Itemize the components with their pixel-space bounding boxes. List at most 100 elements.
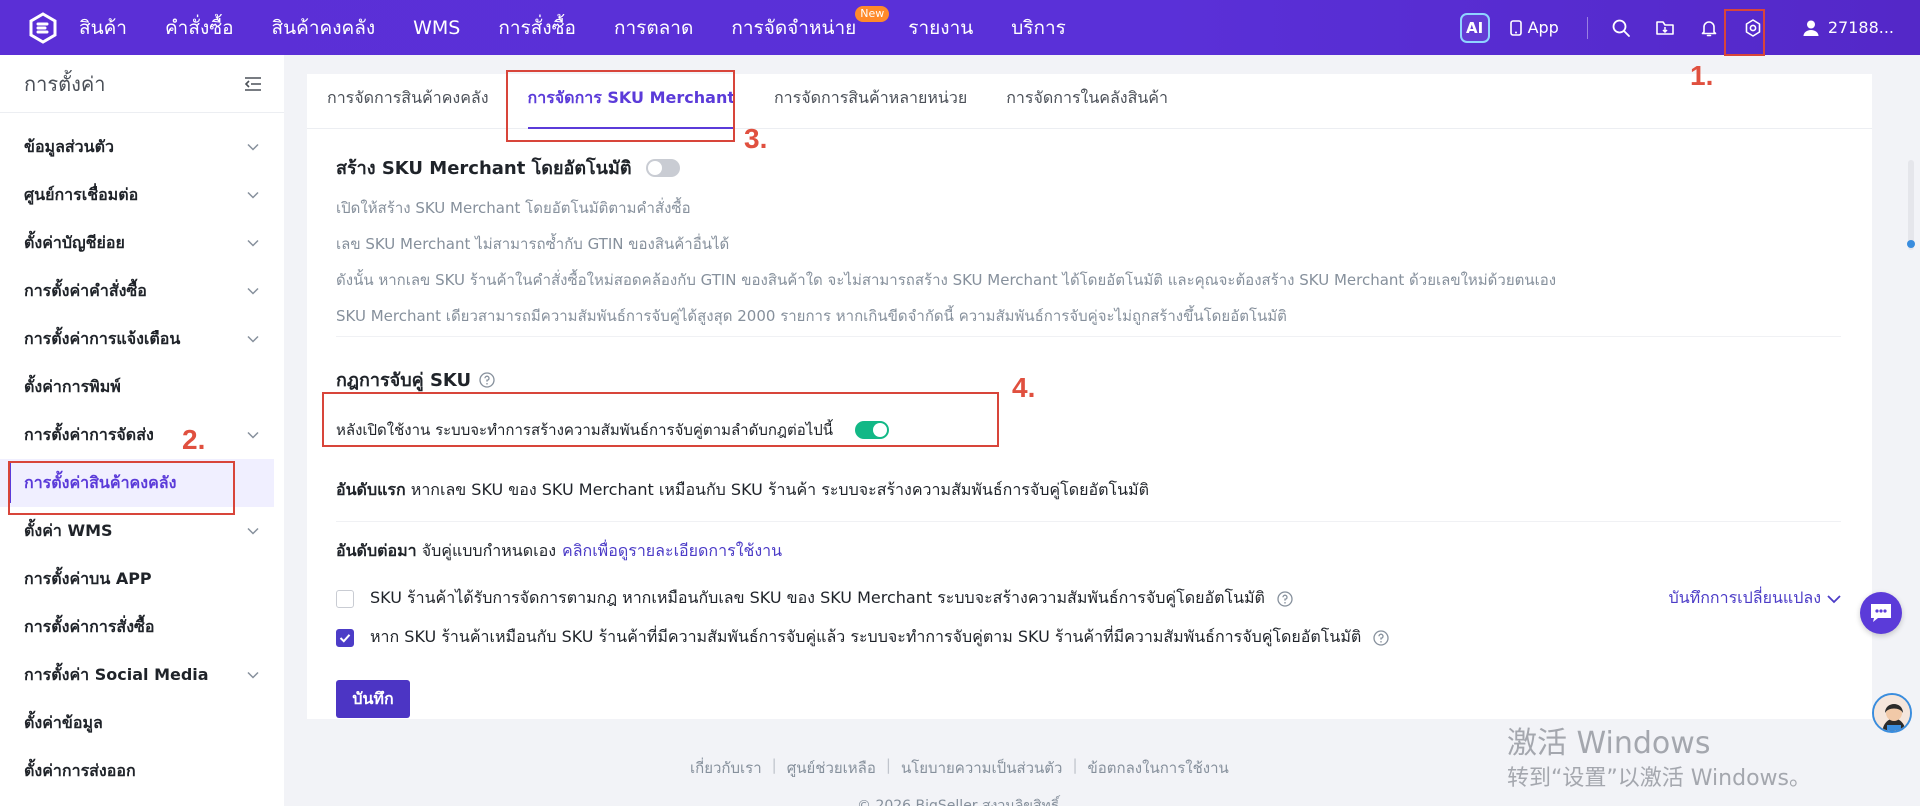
checkmark-icon	[339, 633, 351, 643]
annotation-box-settings	[1724, 9, 1765, 56]
nav-item-distribution[interactable]: การจัดจำหน่าย New	[712, 5, 890, 43]
folder-download-button[interactable]	[1654, 17, 1676, 39]
nav-item-services[interactable]: บริการ	[992, 13, 1085, 43]
footer-link-about[interactable]: เกี่ยวกับเรา	[690, 756, 762, 780]
save-button[interactable]: บันทึก	[336, 680, 410, 718]
help-icon[interactable]	[1373, 629, 1389, 646]
bell-icon	[1701, 20, 1717, 36]
sidebar-item-label: การตั้งค่าการแจ้งเตือน	[24, 328, 181, 348]
chevron-down-icon	[247, 671, 259, 679]
page-scrollbar[interactable]	[1908, 160, 1914, 250]
chat-support-button[interactable]	[1860, 592, 1902, 634]
sidebar-item-personal-info[interactable]: ข้อมูลส่วนตัว	[0, 123, 284, 171]
nav-item-orders[interactable]: คำสั่งซื้อ	[146, 13, 253, 43]
user-icon	[1803, 20, 1819, 36]
footer-link-terms[interactable]: ข้อตกลงในการใช้งาน	[1088, 756, 1229, 780]
sidebar-item-shipping-settings[interactable]: การตั้งค่าการจัดส่ง	[0, 411, 284, 459]
match-option-2-checkbox[interactable]	[336, 628, 354, 647]
windows-activation-watermark: 激活 Windows	[1507, 726, 1711, 761]
sidebar-item-label: ตั้งค่าบัญชีย่อย	[24, 232, 125, 252]
sidebar-item-label: ศูนย์การเชื่อมต่อ	[24, 184, 139, 204]
sidebar-item-label: การตั้งค่าการจัดส่ง	[24, 424, 154, 444]
collapse-sidebar-icon[interactable]	[244, 76, 262, 92]
notifications-button[interactable]	[1698, 17, 1720, 39]
footer-link-help-center[interactable]: ศูนย์ช่วยเหลือ	[787, 756, 876, 780]
footer-divider: |	[771, 756, 777, 774]
sidebar-title: การตั้งค่า	[24, 71, 106, 96]
ai-assistant-button[interactable]: AI	[1459, 12, 1490, 43]
nav-item-products[interactable]: สินค้า	[79, 13, 146, 43]
help-icon[interactable]	[1277, 590, 1293, 607]
sidebar-item-label: ตั้งค่าการพิมพ์	[24, 376, 121, 396]
nav-item-inventory[interactable]: สินค้าคงคลัง	[253, 13, 395, 43]
auto-create-desc-2: เลข SKU Merchant ไม่สามารถซ้ำกับ GTIN ขอ…	[336, 235, 730, 253]
assistant-avatar[interactable]	[1872, 693, 1912, 733]
change-log-link[interactable]: บันทึกการเปลี่ยนแปลง	[1669, 586, 1841, 611]
auto-create-toggle[interactable]	[645, 158, 680, 177]
match-rules-title: กฎการจับคู่ SKU	[336, 370, 472, 391]
sidebar-item-print-settings[interactable]: ตั้งค่าการพิมพ์	[0, 363, 284, 411]
annotation-box-tab	[506, 70, 735, 142]
phone-icon	[1509, 19, 1522, 36]
footer-divider: |	[885, 756, 891, 774]
sidebar-item-export-settings[interactable]: ตั้งค่าการส่งออก	[0, 747, 284, 795]
chevron-down-icon	[247, 527, 259, 535]
match-option-1-row: SKU ร้านค้าได้รับการจัดการตามกฎ หากเหมือ…	[336, 586, 1841, 611]
match-option-2-label: หาก SKU ร้านค้าเหมือนกับ SKU ร้านค้าที่ม…	[370, 627, 1362, 646]
first-priority-rule: อันดับแรก หากเลข SKU ของ SKU Merchant เห…	[336, 478, 1841, 522]
auto-create-desc-3: ดังนั้น หากเลข SKU ร้านค้าในคำสั่งซื้อให…	[336, 271, 1557, 289]
sidebar-header: การตั้งค่า	[0, 55, 284, 113]
tab-inventory-management[interactable]: การจัดการสินค้าคงคลัง	[327, 86, 489, 128]
sidebar-item-label: การตั้งค่าบน APP	[24, 568, 152, 588]
sidebar-item-purchase-settings[interactable]: การตั้งค่าการสั่งซื้อ	[0, 603, 284, 651]
bigseller-logo-icon[interactable]	[27, 11, 59, 44]
nav-item-reports[interactable]: รายงาน	[889, 13, 992, 43]
match-option-1-checkbox[interactable]	[336, 589, 354, 608]
search-button[interactable]	[1610, 17, 1632, 39]
sidebar-item-label: การตั้งค่า Social Media	[24, 664, 209, 684]
annotation-number-2: 2.	[182, 424, 206, 455]
nav-item-purchasing[interactable]: การสั่งซื้อ	[479, 13, 595, 43]
sidebar-item-order-settings[interactable]: การตั้งค่าคำสั่งซื้อ	[0, 267, 284, 315]
sidebar-item-notification-settings[interactable]: การตั้งค่าการแจ้งเตือน	[0, 315, 284, 363]
nav-item-wms[interactable]: WMS	[394, 17, 479, 39]
sidebar-item-social-media-settings[interactable]: การตั้งค่า Social Media	[0, 651, 284, 699]
usage-details-link[interactable]: คลิกเพื่อดูรายละเอียดการใช้งาน	[562, 541, 782, 560]
settings-sidebar: การตั้งค่า ข้อมูลส่วนตัวศูนย์การเชื่อมต่…	[0, 55, 284, 806]
tab-multi-unit-management[interactable]: การจัดการสินค้าหลายหน่วย	[774, 86, 967, 128]
match-option-2-row: หาก SKU ร้านค้าเหมือนกับ SKU ร้านค้าที่ม…	[336, 625, 1841, 650]
help-icon[interactable]	[479, 371, 495, 388]
sidebar-item-sub-accounts[interactable]: ตั้งค่าบัญชีย่อย	[0, 219, 284, 267]
windows-activation-watermark-sub: 转到“设置”以激活 Windows。	[1507, 766, 1811, 791]
footer-link-privacy[interactable]: นโยบายความเป็นส่วนตัว	[901, 756, 1063, 780]
sidebar-item-label: ตั้งค่าข้อมูล	[24, 712, 103, 732]
footer-divider: |	[1072, 756, 1078, 774]
tab-warehouse-management[interactable]: การจัดการในคลังสินค้า	[1006, 86, 1168, 128]
auto-create-section: สร้าง SKU Merchant โดยอัตโนมัติ เปิดให้ส…	[336, 129, 1841, 337]
sidebar-item-label: ตั้งค่าการส่งออก	[24, 760, 136, 780]
sidebar-item-label: การตั้งค่าคำสั่งซื้อ	[24, 280, 147, 300]
sidebar-menu: ข้อมูลส่วนตัวศูนย์การเชื่อมต่อตั้งค่าบัญ…	[0, 113, 284, 795]
nav-item-marketing[interactable]: การตลาด	[595, 13, 712, 43]
auto-create-desc-4: SKU Merchant เดียวสามารถมีความสัมพันธ์กา…	[336, 307, 1287, 325]
match-rules-title-row: กฎการจับคู่ SKU	[336, 365, 1843, 394]
folder-download-icon	[1656, 20, 1674, 35]
annotation-box-sidebar	[8, 461, 235, 515]
app-download-link[interactable]: App	[1509, 18, 1559, 37]
scroll-indicator	[1907, 240, 1915, 248]
sidebar-item-app-settings[interactable]: การตั้งค่าบน APP	[0, 555, 284, 603]
chevron-down-icon	[247, 335, 259, 343]
sidebar-item-data-settings[interactable]: ตั้งค่าข้อมูล	[0, 699, 284, 747]
chevron-down-icon	[247, 239, 259, 247]
annotation-number-1: 1.	[1690, 60, 1714, 91]
sidebar-item-label: ตั้งค่า WMS	[24, 520, 113, 540]
annotation-number-3: 3.	[744, 123, 768, 154]
auto-create-title: สร้าง SKU Merchant โดยอัตโนมัติ	[336, 158, 632, 179]
match-option-1-label: SKU ร้านค้าได้รับการจัดการตามกฎ หากเหมือ…	[370, 588, 1265, 607]
annotation-box-toggle	[322, 392, 999, 447]
annotation-number-4: 4.	[1012, 372, 1036, 403]
sidebar-item-connection-center[interactable]: ศูนย์การเชื่อมต่อ	[0, 171, 284, 219]
top-nav-actions: AI App 27188...	[1459, 0, 1920, 55]
chevron-down-icon	[247, 287, 259, 295]
user-account-menu[interactable]: 27188...	[1802, 18, 1894, 37]
